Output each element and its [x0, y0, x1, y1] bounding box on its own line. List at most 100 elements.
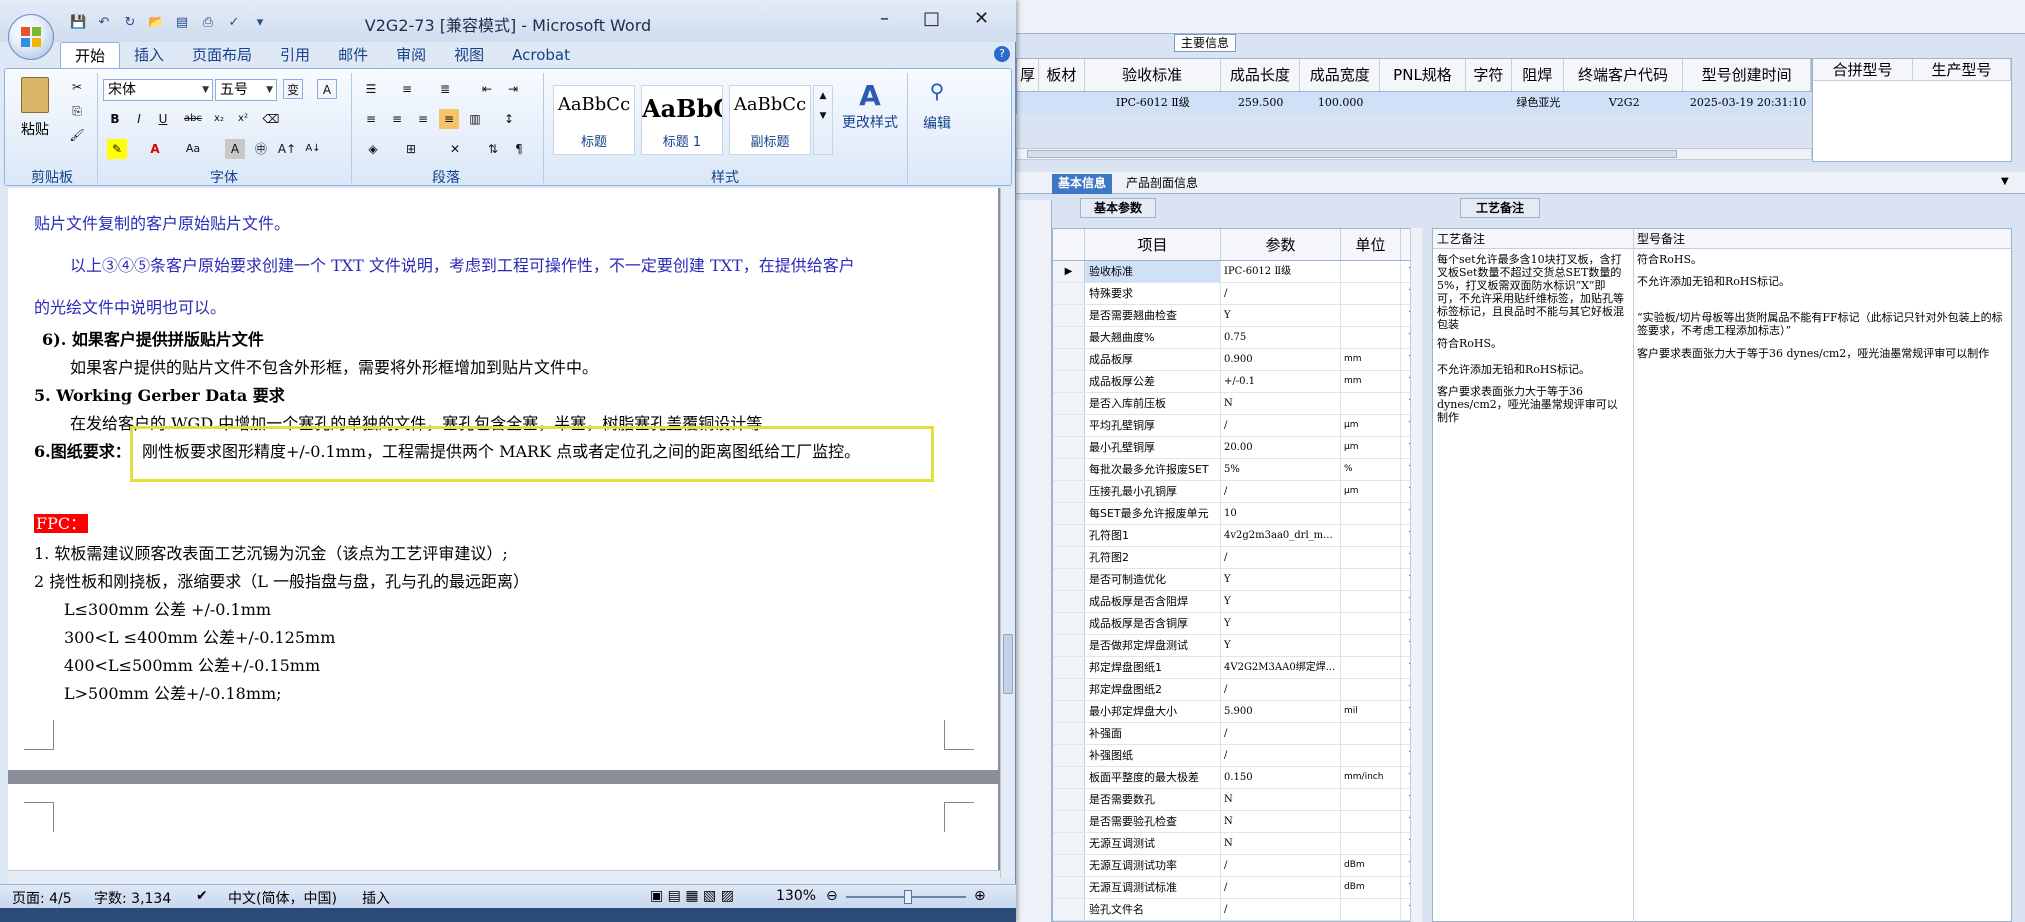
subscript-icon[interactable]: x₂ [209, 109, 229, 129]
close-icon[interactable]: ✕ [974, 8, 989, 29]
model-note[interactable]: 不允许添加无铅和RoHS标记。 [1637, 275, 2007, 288]
enclose-character-icon[interactable]: ㊥ [251, 139, 271, 159]
erp-horizontal-scrollbar[interactable] [1016, 148, 1812, 160]
column-header[interactable]: 参数 [1221, 229, 1341, 260]
table-cell[interactable]: N [1221, 811, 1341, 832]
table-row[interactable]: 补强面/Y [1053, 723, 1421, 745]
numbering-icon[interactable]: ≡ [397, 79, 417, 99]
table-cell[interactable]: Y [1221, 591, 1341, 612]
table-row[interactable]: 是否做邦定焊盘测试YY [1053, 635, 1421, 657]
clear-format-icon[interactable]: ⌫ [261, 109, 281, 129]
model-note[interactable]: “实验板/切片母板等出货附属品不能有FF标记（此标记只针对外包装上的标签要求，不… [1637, 311, 2007, 337]
insert-mode[interactable]: 插入 [362, 888, 390, 908]
table-cell[interactable]: 平均孔壁铜厚 [1085, 415, 1221, 436]
process-note[interactable]: 符合RoHS。 [1437, 337, 1627, 350]
bullets-icon[interactable]: ☰ [361, 79, 381, 99]
underline-icon[interactable]: U [153, 109, 173, 129]
table-cell[interactable]: / [1221, 745, 1341, 766]
table-row[interactable]: ▶验收标准IPC-6012 Ⅱ级Y [1053, 261, 1421, 283]
table-cell[interactable] [1341, 591, 1401, 612]
table-cell[interactable] [1341, 525, 1401, 546]
table-cell[interactable]: dBm [1341, 855, 1401, 876]
table-cell[interactable]: IPC-6012 Ⅱ级 [1221, 261, 1341, 282]
tab-product-profile[interactable]: 产品剖面信息 [1120, 174, 1204, 194]
table-cell[interactable]: 4V2G2M3AA0绑定焊... [1221, 657, 1341, 678]
chevron-down-icon[interactable]: ▼ [2001, 176, 2009, 187]
column-header[interactable]: PNL规格 [1380, 59, 1466, 91]
table-cell[interactable]: 0.150 [1221, 767, 1341, 788]
doc-line[interactable]: 以上③④⑤条客户原始要求创建一个 TXT 文件说明，考虑到工程可操作性，不一定要… [70, 252, 855, 276]
tab-home[interactable]: 开始 [60, 42, 121, 68]
table-row[interactable]: 验孔文件名/Y [1053, 899, 1421, 921]
column-header[interactable]: 合拼型号 [1813, 59, 1913, 81]
table-row[interactable]: 每批次最多允许报废SET5%%Y [1053, 459, 1421, 481]
style-heading-1[interactable]: AaBbC 标题 1 [641, 85, 723, 155]
column-header[interactable]: 型号创建时间 [1683, 59, 1812, 91]
table-row[interactable]: 平均孔壁铜厚/μmY [1053, 415, 1421, 437]
table-cell[interactable]: 邦定焊盘图纸1 [1085, 657, 1221, 678]
column-header[interactable]: 板材 [1039, 59, 1085, 91]
tab-review[interactable]: 审阅 [382, 42, 440, 68]
superscript-icon[interactable]: x² [233, 109, 253, 129]
table-cell[interactable]: 是否需要数孔 [1085, 789, 1221, 810]
table-cell[interactable]: / [1221, 481, 1341, 502]
scroll-thumb[interactable] [1003, 634, 1013, 694]
column-header[interactable]: 厚 [1017, 59, 1039, 91]
doc-heading[interactable]: 5. Working Gerber Data 要求 [34, 382, 285, 406]
process-note[interactable]: 每个set允许最多含10块打叉板，含打叉板Set数量不超过交货总SET数量的5%… [1437, 253, 1627, 331]
styles-more-icon[interactable]: ▲ ▼ [813, 85, 833, 155]
copy-icon[interactable]: ⎘ [67, 101, 87, 121]
multilevel-list-icon[interactable]: ≣ [435, 79, 455, 99]
table-cell[interactable] [1341, 613, 1401, 634]
table-cell[interactable]: 5.900 [1221, 701, 1341, 722]
table-row[interactable]: 无源互调测试功率/dBmY [1053, 855, 1421, 877]
table-cell[interactable]: 0.75 [1221, 327, 1341, 348]
table-row[interactable]: 邦定焊盘图纸14V2G2M3AA0绑定焊...Y [1053, 657, 1421, 679]
grid-vertical-scrollbar[interactable] [1410, 228, 1422, 922]
table-cell[interactable] [1341, 723, 1401, 744]
table-row[interactable]: 无源互调测试NY [1053, 833, 1421, 855]
table-cell[interactable] [1341, 393, 1401, 414]
help-icon[interactable]: ? [994, 46, 1010, 62]
table-row[interactable]: 最大翘曲度%0.75Y [1053, 327, 1421, 349]
table-cell[interactable]: N [1221, 789, 1341, 810]
increase-indent-icon[interactable]: ⇥ [503, 79, 523, 99]
phonetic-icon[interactable]: 变 [283, 79, 303, 99]
table-row[interactable]: 成品板厚公差+/-0.1mmY [1053, 371, 1421, 393]
table-cell[interactable]: Y [1221, 305, 1341, 326]
table-row[interactable]: 成品板厚是否含铜厚YY [1053, 613, 1421, 635]
table-cell[interactable]: / [1221, 679, 1341, 700]
table-cell[interactable]: / [1221, 547, 1341, 568]
table-cell[interactable] [1341, 833, 1401, 854]
table-cell[interactable]: N [1221, 393, 1341, 414]
minimize-icon[interactable]: – [880, 8, 889, 29]
style-title[interactable]: AaBbCc 标题 [553, 85, 635, 155]
document-area[interactable]: 贴片文件复制的客户原始贴片文件。 以上③④⑤条客户原始要求创建一个 TXT 文件… [8, 188, 1008, 878]
align-center-icon[interactable]: ≡ [387, 109, 407, 129]
shrink-font-icon[interactable]: A↓ [303, 139, 323, 159]
doc-heading[interactable]: 6). 如果客户提供拼版贴片文件 [42, 326, 264, 350]
asian-layout-icon[interactable]: ✕ [445, 139, 465, 159]
table-cell[interactable]: 4v2g2m3aa0_drl_m... [1221, 525, 1341, 546]
table-row[interactable]: 孔符图2/Y [1053, 547, 1421, 569]
column-header[interactable]: 终端客户代码 [1564, 59, 1684, 91]
table-cell[interactable]: 是否需要翘曲检查 [1085, 305, 1221, 326]
table-row[interactable]: 压接孔最小孔铜厚/μmY [1053, 481, 1421, 503]
table-cell[interactable]: N [1221, 833, 1341, 854]
proofing-icon[interactable]: ✔ [196, 888, 208, 904]
table-cell[interactable]: 验收标准 [1085, 261, 1221, 282]
table-cell[interactable] [1341, 503, 1401, 524]
maximize-icon[interactable]: □ [923, 8, 940, 29]
table-cell[interactable]: 板面平整度的最大极差 [1085, 767, 1221, 788]
table-row[interactable]: 无源互调测试标准/dBmY [1053, 877, 1421, 899]
paste-button[interactable]: 粘贴 [15, 77, 55, 157]
table-cell[interactable] [1341, 305, 1401, 326]
table-cell[interactable]: μm [1341, 415, 1401, 436]
document-page[interactable] [8, 784, 998, 878]
view-buttons[interactable]: ▣ ▤ ▦ ▧ ▨ [650, 888, 734, 904]
zoom-slider-thumb[interactable] [904, 890, 912, 904]
table-cell[interactable]: 5% [1221, 459, 1341, 480]
table-cell[interactable]: 是否入库前压板 [1085, 393, 1221, 414]
table-cell[interactable]: 无源互调测试标准 [1085, 877, 1221, 898]
table-cell[interactable]: / [1221, 723, 1341, 744]
